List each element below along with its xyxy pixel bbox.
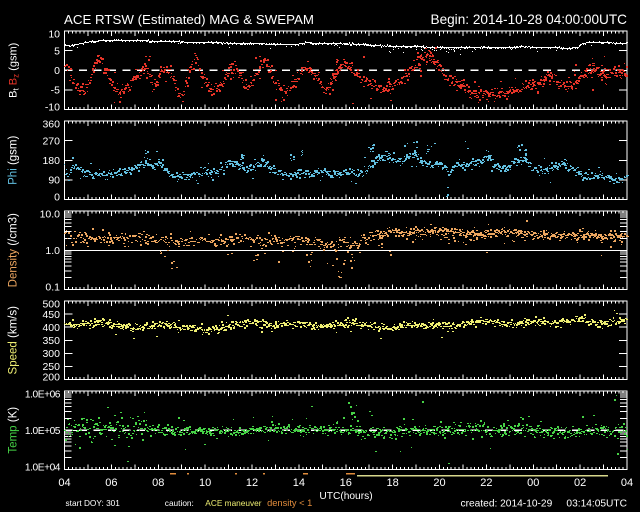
svg-text:0.1: 0.1 [45,282,60,294]
svg-text:1.0E+06: 1.0E+06 [25,390,61,401]
svg-text:180: 180 [42,155,60,167]
svg-text:UTC(hours): UTC(hours) [319,491,372,502]
svg-text:0: 0 [54,192,60,204]
svg-text:18: 18 [387,477,399,489]
svg-text:1.0E+05: 1.0E+05 [25,426,61,437]
svg-text:04: 04 [58,477,70,489]
svg-text:Speed (km/s): Speed (km/s) [8,306,20,375]
svg-text:1.0: 1.0 [45,245,60,257]
svg-text:10.0: 10.0 [40,209,61,221]
svg-text:400: 400 [42,322,60,334]
svg-text:04: 04 [621,477,633,489]
svg-text:00: 00 [527,477,539,489]
svg-text:1.0E+04: 1.0E+04 [25,463,61,474]
svg-text:300: 300 [42,348,60,360]
svg-text:Phi (gsm): Phi (gsm) [8,135,20,184]
svg-text:270: 270 [42,135,60,147]
svg-text:14: 14 [293,477,305,489]
svg-text:Begin: 2014-10-28 04:00:00UTC: Begin: 2014-10-28 04:00:00UTC [431,12,628,27]
svg-text:10: 10 [48,29,60,41]
svg-text:density < 1: density < 1 [267,498,312,508]
svg-text:450: 450 [42,309,60,321]
svg-text:-5: -5 [51,85,60,97]
svg-text:created: 2014-10-29 03:14:: created: 2014-10-29 03:14:05UTC [461,499,628,510]
svg-text:Temp (K): Temp (K) [8,407,20,454]
svg-text:-10: -10 [45,102,60,114]
svg-text:08: 08 [152,477,164,489]
svg-text:0: 0 [54,65,60,77]
svg-text:ACE maneuver: ACE maneuver [205,498,261,508]
svg-text:350: 350 [42,335,60,347]
svg-text:06: 06 [105,477,117,489]
svg-text:22: 22 [480,477,492,489]
svg-text:12: 12 [246,477,258,489]
svg-text:16: 16 [340,477,352,489]
svg-text:20: 20 [433,477,445,489]
svg-text:5: 5 [54,45,60,57]
svg-text:ACE RTSW (Estimated) MAG & SWE: ACE RTSW (Estimated) MAG & SWEPAM [64,12,314,27]
svg-text:02: 02 [574,477,586,489]
svg-text:start DOY: 301: start DOY: 301 [66,498,121,508]
svg-text:caution:: caution: [165,498,194,508]
svg-text:200: 200 [42,372,60,384]
svg-text:Density (/cm3): Density (/cm3) [8,213,20,287]
svg-text:360: 360 [42,119,60,131]
svg-text:90: 90 [48,175,60,187]
svg-text:10: 10 [199,477,211,489]
